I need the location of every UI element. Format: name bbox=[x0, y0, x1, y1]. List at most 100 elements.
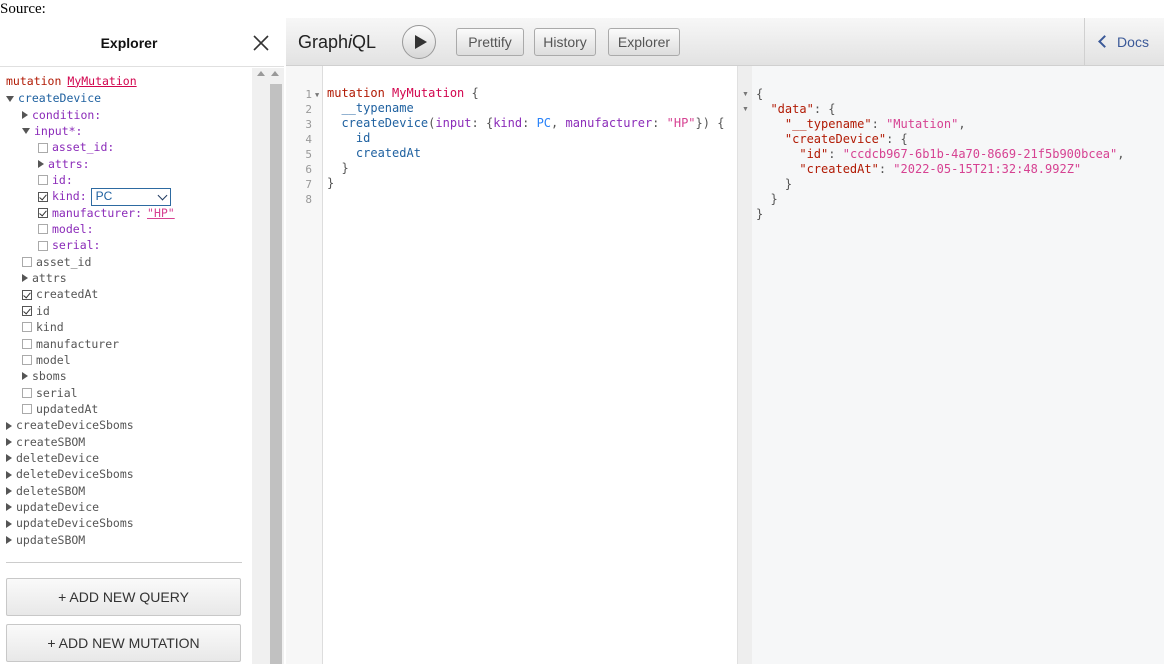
tree-item[interactable]: deleteDeviceSboms bbox=[6, 467, 134, 483]
scrollbar-thumb[interactable] bbox=[270, 84, 282, 664]
tree-item[interactable]: createdAt bbox=[22, 287, 98, 303]
tree-item-label: model bbox=[36, 352, 71, 367]
caret-right-icon[interactable] bbox=[22, 372, 28, 381]
caret-right-icon[interactable] bbox=[6, 421, 12, 430]
kind-select-value: PC bbox=[95, 189, 113, 204]
checkbox-icon[interactable] bbox=[38, 240, 48, 251]
code-line: createdAt bbox=[327, 146, 724, 161]
tree-item[interactable]: condition: bbox=[22, 107, 101, 123]
code-line: "__typename": "Mutation", bbox=[756, 117, 1125, 132]
tree-item[interactable]: deleteDevice bbox=[6, 450, 99, 466]
code-token: MyMutation bbox=[392, 86, 465, 100]
checkbox-checked-icon[interactable] bbox=[38, 207, 48, 218]
caret-right-icon[interactable] bbox=[6, 470, 12, 479]
tree-item[interactable]: id: bbox=[38, 172, 73, 188]
prettify-button[interactable]: Prettify bbox=[456, 28, 524, 56]
tree-item[interactable]: serial bbox=[22, 385, 78, 401]
code-line: createDevice(input: {kind: PC, manufactu… bbox=[327, 116, 724, 131]
tree-item[interactable]: kind: PC bbox=[38, 187, 171, 206]
caret-right-icon[interactable] bbox=[22, 274, 28, 283]
checkbox-icon[interactable] bbox=[38, 224, 48, 235]
code-line: __typename bbox=[327, 101, 724, 116]
query-editor[interactable]: 1 2 3 4 5 6 7 8 ▼ mutation MyMutation { __typena… bbox=[286, 66, 738, 664]
checkbox-icon[interactable] bbox=[38, 175, 48, 186]
code-token: "__typename" bbox=[784, 117, 872, 131]
caret-right-icon[interactable] bbox=[6, 486, 12, 495]
add-new-mutation-button[interactable]: + ADD NEW MUTATION bbox=[6, 624, 241, 662]
caret-right-icon[interactable] bbox=[6, 519, 12, 528]
query-code[interactable]: mutation MyMutation { __typename createD… bbox=[327, 86, 724, 206]
tree-item[interactable]: updateSBOM bbox=[6, 532, 85, 548]
code-token: } bbox=[756, 177, 793, 191]
kind-select[interactable]: PC bbox=[90, 187, 171, 206]
checkbox-icon[interactable] bbox=[22, 355, 32, 366]
checkbox-icon[interactable] bbox=[22, 322, 32, 333]
caret-right-icon[interactable] bbox=[6, 437, 12, 446]
tree-item[interactable]: input*: bbox=[22, 123, 82, 139]
caret-right-icon[interactable] bbox=[6, 503, 12, 512]
scroll-up-arrow-icon[interactable] bbox=[257, 71, 265, 76]
checkbox-checked-icon[interactable] bbox=[22, 306, 32, 317]
tree-item[interactable]: model: bbox=[38, 221, 94, 237]
tree-item[interactable]: model bbox=[22, 352, 71, 368]
tree-item[interactable]: asset_id: bbox=[38, 140, 114, 156]
tree-item[interactable]: manufacturer bbox=[22, 336, 119, 352]
checkbox-checked-icon[interactable] bbox=[38, 191, 48, 202]
tree-item[interactable]: attrs: bbox=[38, 156, 90, 172]
tree-item[interactable]: deleteSBOM bbox=[6, 483, 85, 499]
tree-item-label: sboms bbox=[32, 369, 67, 384]
caret-down-icon[interactable] bbox=[6, 95, 14, 102]
checkbox-icon[interactable] bbox=[22, 338, 32, 349]
checkbox-icon[interactable] bbox=[22, 257, 32, 267]
scroll-up-arrow-icon[interactable] bbox=[271, 71, 279, 76]
caret-right-icon[interactable] bbox=[6, 454, 12, 463]
caret-right-icon[interactable] bbox=[38, 159, 44, 168]
tree-item-label: asset_id: bbox=[52, 140, 115, 155]
tree-item[interactable]: asset_id bbox=[22, 254, 91, 270]
tree-item[interactable]: sboms bbox=[22, 368, 67, 384]
manufacturer-value[interactable]: "HP" bbox=[147, 205, 175, 222]
caret-right-icon[interactable] bbox=[6, 535, 12, 544]
tree-item[interactable]: createSBOM bbox=[6, 434, 85, 450]
tree-item-label: id bbox=[36, 303, 50, 318]
tree-item[interactable]: createDeviceSboms bbox=[6, 418, 134, 434]
checkbox-icon[interactable] bbox=[22, 387, 32, 398]
tree-item-label: deleteDevice bbox=[16, 450, 100, 465]
tree-item[interactable]: updatedAt bbox=[22, 401, 98, 417]
fold-marker-icon[interactable]: ▼ bbox=[742, 106, 749, 113]
tree-item[interactable]: updateDevice bbox=[6, 499, 99, 515]
fold-marker-icon[interactable]: ▼ bbox=[315, 91, 319, 99]
operation-name[interactable]: MyMutation bbox=[67, 73, 136, 90]
fold-marker-icon[interactable]: ▼ bbox=[742, 91, 749, 98]
tree-item[interactable]: createDevice bbox=[6, 91, 101, 107]
explorer-scrollbar[interactable] bbox=[252, 68, 284, 664]
code-token: "ccdcb967-6b1b-4a70-8669-21f5b900bcea" bbox=[842, 147, 1118, 161]
code-line: "data": { bbox=[756, 102, 1125, 117]
code-token: { bbox=[464, 86, 479, 100]
tree-item[interactable]: attrs bbox=[22, 270, 67, 286]
tree-item-label: manufacturer: bbox=[52, 205, 143, 220]
operation-header: mutation MyMutation bbox=[6, 73, 137, 89]
explorer-button[interactable]: Explorer bbox=[608, 28, 680, 56]
caret-down-icon[interactable] bbox=[22, 128, 30, 135]
docs-button[interactable]: Docs bbox=[1084, 18, 1164, 65]
execute-query-button[interactable] bbox=[402, 25, 436, 59]
tree-item-label: attrs: bbox=[48, 156, 90, 171]
checkbox-icon[interactable] bbox=[38, 142, 48, 153]
tree-item[interactable]: manufacturer: "HP" bbox=[38, 205, 175, 221]
code-token: , bbox=[551, 116, 566, 130]
tree-item[interactable]: serial: bbox=[38, 238, 100, 254]
checkbox-icon[interactable] bbox=[22, 404, 32, 415]
result-code: { "data": { "__typename": "Mutation", "c… bbox=[756, 87, 1125, 222]
tree-item[interactable]: kind bbox=[22, 319, 64, 335]
close-icon[interactable] bbox=[252, 34, 270, 52]
code-line: } bbox=[327, 161, 724, 176]
add-new-query-button[interactable]: + ADD NEW QUERY bbox=[6, 578, 241, 616]
tree-item[interactable]: updateDeviceSboms bbox=[6, 516, 134, 532]
checkbox-checked-icon[interactable] bbox=[22, 289, 32, 300]
history-button[interactable]: History bbox=[534, 28, 596, 56]
tree-item[interactable]: id bbox=[22, 303, 50, 319]
code-line: "createDevice": { bbox=[756, 132, 1125, 147]
caret-right-icon[interactable] bbox=[22, 110, 28, 119]
